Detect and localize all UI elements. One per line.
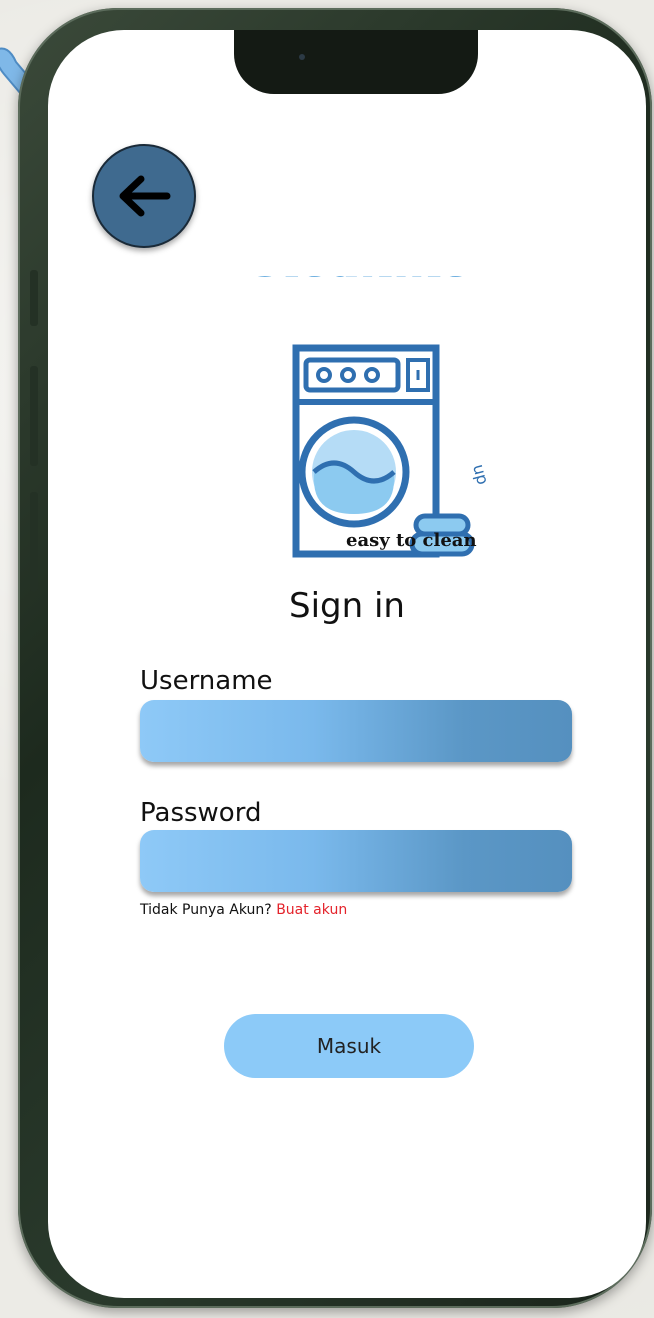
username-label: Username	[140, 666, 273, 696]
logo-wordmark: Cleanme	[248, 276, 473, 287]
login-button[interactable]: Masuk	[224, 1014, 474, 1078]
no-account-row: Tidak Punya Akun? Buat akun	[140, 902, 347, 918]
logo-tagline: easy to clean	[346, 530, 477, 551]
page-title: Sign in	[289, 586, 405, 626]
arrow-left-icon	[119, 175, 171, 217]
phone-screen: Cleanme up easy to clean Sign in Usernam…	[48, 30, 646, 1298]
phone-volume-up	[30, 366, 38, 466]
phone-notch	[234, 30, 478, 94]
phone-volume-down	[30, 492, 38, 592]
password-label: Password	[140, 798, 262, 828]
password-input[interactable]	[140, 830, 572, 892]
create-account-link[interactable]: Buat akun	[276, 902, 347, 918]
username-input[interactable]	[140, 700, 572, 762]
no-account-text: Tidak Punya Akun?	[140, 902, 272, 918]
logo-wordmark-suffix: up	[469, 462, 493, 487]
back-button[interactable]	[92, 144, 196, 248]
phone-frame: Cleanme up easy to clean Sign in Usernam…	[18, 8, 652, 1308]
camera-icon	[299, 54, 305, 60]
phone-silent-switch	[30, 270, 38, 326]
